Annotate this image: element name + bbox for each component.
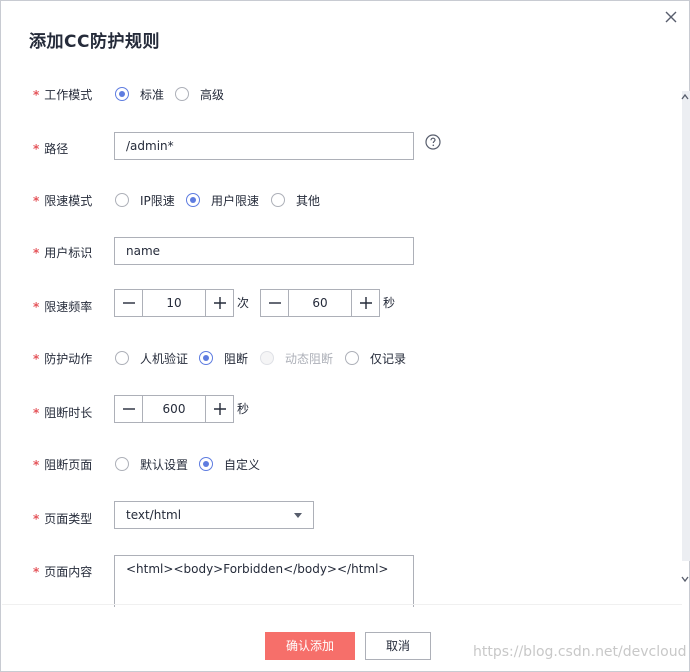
page-type-label: * 页面类型 (33, 512, 93, 526)
dialog-title: 添加CC防护规则 (29, 32, 160, 52)
page-type-select[interactable]: text/html (114, 501, 314, 529)
add-cc-rule-dialog: 添加CC防护规则 * 工作模式 标准 高级 * 路径 /admin* * 限速模式 (0, 0, 690, 672)
watermark: https://blog.csdn.net/devcloud (473, 644, 687, 660)
user-id-row: * 用户标识 name (1, 237, 671, 267)
block-page-row: * 阻断页面 默认设置 自定义 (1, 449, 671, 479)
question-circle-icon[interactable] (425, 134, 441, 150)
user-id-label: * 用户标识 (33, 246, 93, 260)
radio-standard[interactable]: 标准 (115, 86, 164, 102)
rate-label: * 限速频率 (33, 300, 93, 314)
page-content-textarea[interactable]: <html><body>Forbidden</body></html> (114, 555, 414, 607)
scroll-up-icon[interactable] (680, 91, 690, 103)
block-duration-stepper[interactable]: 600 (114, 395, 234, 423)
radio-custom[interactable]: 自定义 (199, 456, 260, 472)
action-label: * 防护动作 (33, 352, 93, 366)
radio-ip-limit[interactable]: IP限速 (115, 192, 175, 208)
required-mark: * (33, 88, 40, 102)
plus-icon[interactable] (205, 396, 233, 422)
block-duration-value[interactable]: 600 (143, 396, 205, 422)
action-row: * 防护动作 人机验证 阻断 动态阻断 仅记录 (1, 343, 671, 373)
block-duration-label: * 阻断时长 (33, 406, 93, 420)
limit-mode-label: * 限速模式 (33, 194, 93, 208)
rate-period-value[interactable]: 60 (289, 290, 351, 316)
work-mode-label: * 工作模式 (33, 88, 93, 102)
rate-period-unit: 秒 (383, 296, 396, 310)
user-id-input[interactable]: name (114, 237, 414, 265)
radio-circle[interactable] (175, 87, 189, 101)
plus-icon[interactable] (351, 290, 379, 316)
rate-row: * 限速频率 10 次 60 秒 (1, 289, 671, 319)
radio-block[interactable]: 阻断 (199, 350, 248, 366)
path-label: * 路径 (33, 142, 69, 156)
minus-icon[interactable] (115, 396, 143, 422)
close-icon[interactable] (661, 7, 681, 27)
page-type-row: * 页面类型 text/html (1, 501, 671, 531)
confirm-add-button[interactable]: 确认添加 (265, 632, 355, 660)
radio-user-limit[interactable]: 用户限速 (186, 192, 259, 208)
radio-captcha[interactable]: 人机验证 (115, 350, 188, 366)
path-row: * 路径 /admin* (1, 131, 671, 161)
radio-default-setting[interactable]: 默认设置 (115, 456, 188, 472)
rate-period-stepper[interactable]: 60 (260, 289, 380, 317)
scroll-down-icon[interactable] (680, 573, 690, 585)
plus-icon[interactable] (205, 290, 233, 316)
path-input[interactable]: /admin* (114, 132, 414, 160)
rate-count-unit: 次 (237, 296, 250, 310)
radio-circle[interactable] (115, 87, 129, 101)
block-duration-row: * 阻断时长 600 秒 (1, 395, 671, 425)
block-page-label: * 阻断页面 (33, 458, 93, 472)
work-mode-row: * 工作模式 标准 高级 (1, 79, 671, 109)
scrollbar-track[interactable] (682, 91, 690, 561)
cancel-button[interactable]: 取消 (365, 632, 431, 660)
block-duration-unit: 秒 (237, 402, 250, 416)
footer-divider (2, 604, 682, 605)
limit-mode-row: * 限速模式 IP限速 用户限速 其他 (1, 185, 671, 215)
rate-count-value[interactable]: 10 (143, 290, 205, 316)
radio-advanced[interactable]: 高级 (175, 86, 224, 102)
radio-other[interactable]: 其他 (271, 192, 320, 208)
page-content-label: * 页面内容 (33, 565, 93, 579)
minus-icon[interactable] (261, 290, 289, 316)
radio-log-only[interactable]: 仅记录 (345, 350, 406, 366)
minus-icon[interactable] (115, 290, 143, 316)
radio-dynamic-block: 动态阻断 (260, 350, 333, 366)
caret-down-icon (294, 513, 302, 518)
rate-count-stepper[interactable]: 10 (114, 289, 234, 317)
scrollbar[interactable] (680, 69, 690, 599)
page-type-value: text/html (126, 508, 182, 522)
